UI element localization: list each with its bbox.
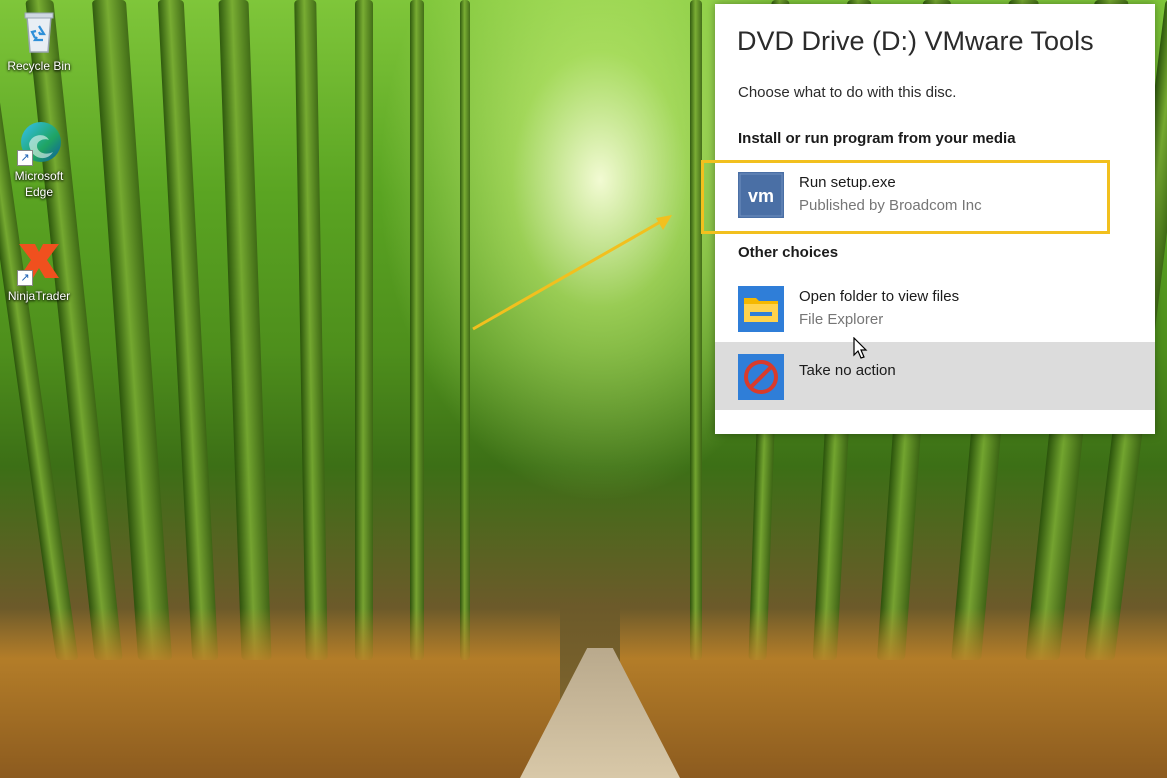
no-action-icon [738, 354, 784, 400]
dialog-title: DVD Drive (D:) VMware Tools [737, 26, 1094, 56]
option-subtitle: Published by Broadcom Inc [799, 197, 982, 214]
option-title: Run setup.exe [799, 174, 896, 191]
autoplay-dialog: DVD Drive (D:) VMware Tools Choose what … [715, 4, 1155, 434]
option-run-setup[interactable]: vm Run setup.exe Published by Broadcom I… [715, 160, 1155, 228]
svg-text:vm: vm [748, 186, 774, 206]
option-title: Open folder to view files [799, 288, 960, 305]
option-open-folder[interactable]: Open folder to view files File Explorer [715, 274, 1155, 342]
desktop: Recycle Bin ↗ Microsoft Edge ↗ NinjaTrad… [0, 0, 1167, 778]
mouse-cursor-icon [853, 337, 868, 359]
dialog-subtitle: Choose what to do with this disc. [738, 84, 957, 101]
option-subtitle: File Explorer [799, 311, 884, 328]
option-title: Take no action [799, 362, 896, 379]
option-take-no-action[interactable]: Take no action [715, 342, 1155, 410]
section-install-heading: Install or run program from your media [738, 130, 1016, 147]
folder-icon [738, 286, 784, 332]
vmware-icon: vm [738, 172, 784, 218]
section-other-heading: Other choices [738, 244, 839, 261]
